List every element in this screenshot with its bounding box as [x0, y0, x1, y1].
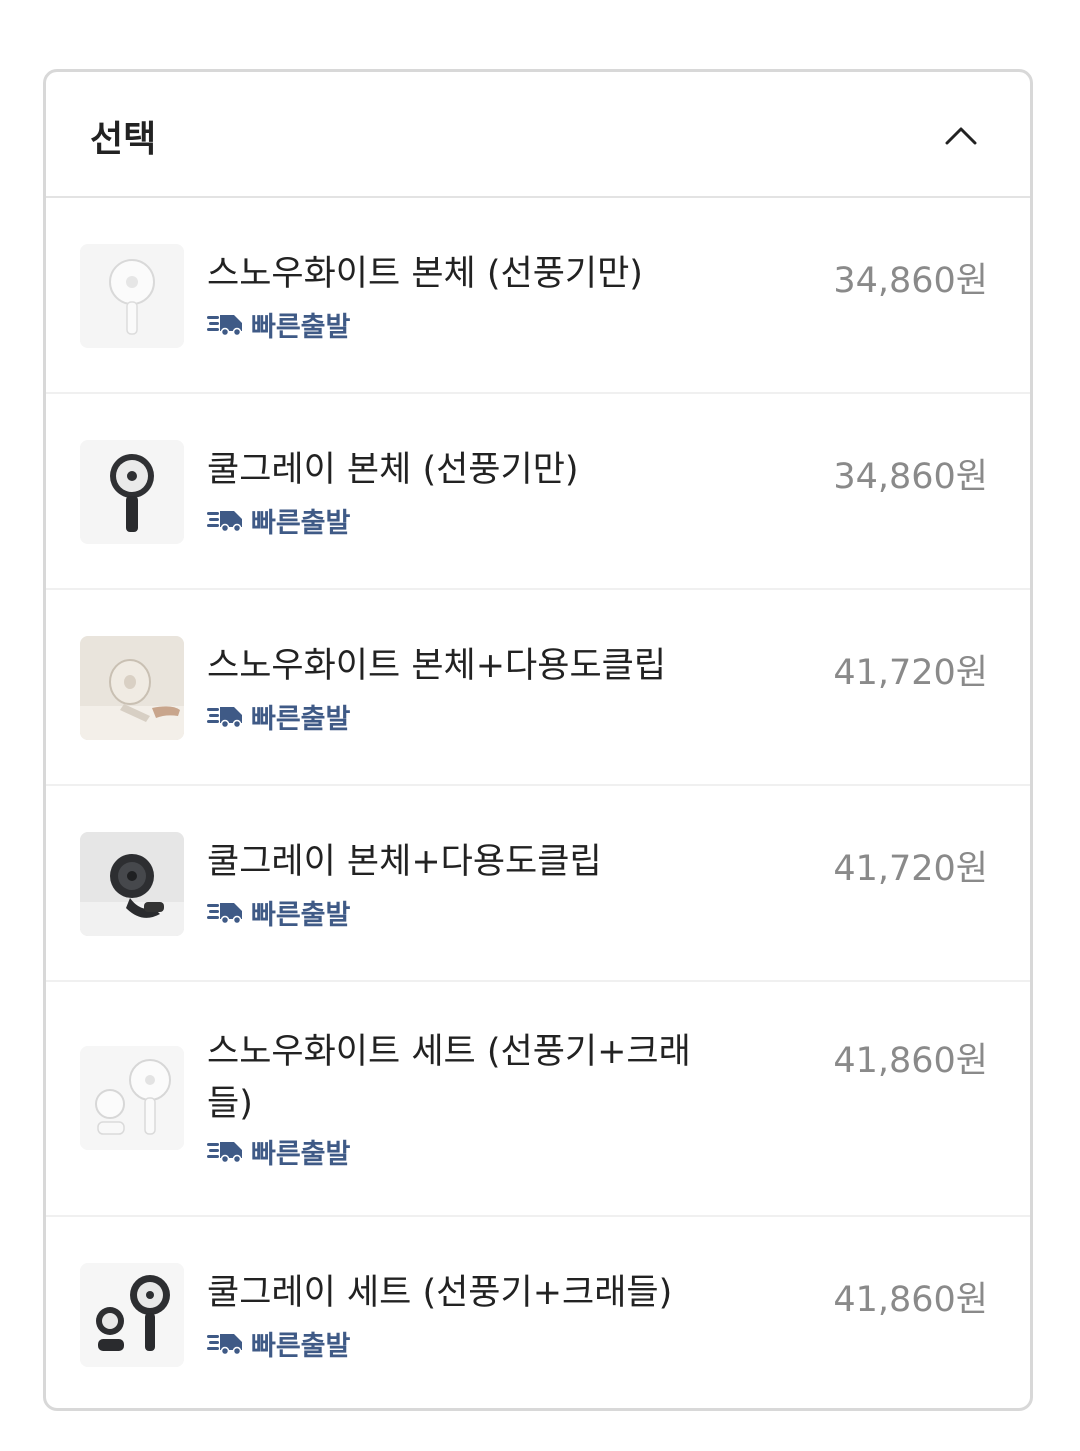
product-thumbnail — [80, 832, 184, 936]
gray-fan-set-image — [80, 1263, 184, 1367]
option-price: 41,860원 — [833, 1280, 988, 1320]
gray-fan-image — [80, 440, 184, 544]
option-name: 쿨그레이 본체 (선풍기만) — [207, 450, 579, 490]
fast-delivery-truck-icon — [207, 1334, 242, 1356]
product-thumbnail — [80, 440, 184, 544]
fast-delivery-badge: 빠른출발 — [207, 306, 351, 343]
badge-label: 빠른출발 — [251, 703, 351, 735]
fast-delivery-truck-icon — [207, 315, 242, 337]
badge-label: 빠른출발 — [251, 1330, 351, 1362]
white-fan-image — [80, 244, 184, 348]
dropdown-title: 선택 — [90, 119, 157, 160]
option-name: 쿨그레이 본체+다용도클립 — [207, 842, 602, 882]
option-price: 34,860원 — [833, 261, 988, 301]
option-price: 41,720원 — [833, 849, 988, 889]
option-item[interactable]: 쿨그레이 본체 (선풍기만) 34,860원 빠른출발 — [46, 394, 1030, 590]
fast-delivery-badge: 빠른출발 — [207, 1133, 351, 1170]
gray-fan-clip-image — [80, 832, 184, 936]
product-thumbnail — [80, 244, 184, 348]
badge-label: 빠른출발 — [251, 507, 351, 539]
option-price: 41,860원 — [833, 1041, 988, 1081]
option-price: 41,720원 — [833, 653, 988, 693]
badge-label: 빠른출발 — [251, 899, 351, 931]
chevron-up-icon[interactable] — [942, 116, 980, 154]
product-thumbnail — [80, 1046, 184, 1150]
option-name: 스노우화이트 본체 (선풍기만) — [207, 254, 643, 294]
fast-delivery-truck-icon — [207, 1142, 242, 1164]
option-list: 스노우화이트 본체 (선풍기만) 34,860원 빠른출발 쿨그레이 본체 (선… — [46, 198, 1030, 1407]
product-thumbnail — [80, 636, 184, 740]
option-price: 34,860원 — [833, 457, 988, 497]
fast-delivery-badge: 빠른출발 — [207, 698, 351, 735]
option-item[interactable]: 쿨그레이 세트 (선풍기+크래들) 41,860원 빠른출발 — [46, 1217, 1030, 1407]
badge-label: 빠른출발 — [251, 311, 351, 343]
white-fan-set-image — [80, 1046, 184, 1150]
product-thumbnail — [80, 1263, 184, 1367]
option-name: 스노우화이트 세트 (선풍기+크래들) — [207, 1032, 691, 1124]
option-item[interactable]: 스노우화이트 본체+다용도클립 41,720원 빠른출발 — [46, 590, 1030, 786]
fast-delivery-truck-icon — [207, 511, 242, 533]
fast-delivery-badge: 빠른출발 — [207, 1325, 351, 1362]
fast-delivery-badge: 빠른출발 — [207, 502, 351, 539]
fast-delivery-truck-icon — [207, 903, 242, 925]
option-item[interactable]: 스노우화이트 본체 (선풍기만) 34,860원 빠른출발 — [46, 198, 1030, 394]
fast-delivery-badge: 빠른출발 — [207, 894, 351, 931]
fast-delivery-truck-icon — [207, 707, 242, 729]
dropdown-header[interactable]: 선택 — [46, 72, 1030, 198]
badge-label: 빠른출발 — [251, 1138, 351, 1170]
option-item[interactable]: 스노우화이트 세트 (선풍기+크래들) 41,860원 빠른출발 — [46, 982, 1030, 1217]
option-name: 쿨그레이 세트 (선풍기+크래들) — [207, 1273, 673, 1313]
option-select-dropdown: 선택 스노우화이트 본체 (선풍기만) 34,860원 빠른출발 쿨그레이 본체… — [43, 69, 1033, 1411]
option-name: 스노우화이트 본체+다용도클립 — [207, 646, 667, 686]
white-fan-clip-image — [80, 636, 184, 740]
option-item[interactable]: 쿨그레이 본체+다용도클립 41,720원 빠른출발 — [46, 786, 1030, 982]
